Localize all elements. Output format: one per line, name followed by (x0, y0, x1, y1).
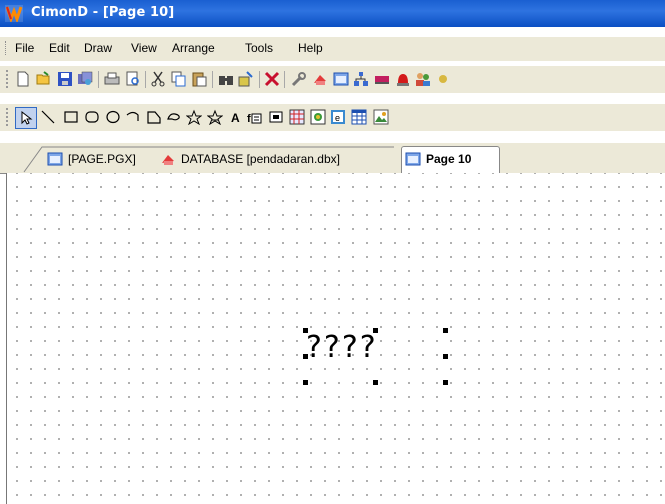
selection-handle[interactable] (443, 380, 448, 385)
menu-help[interactable]: Help (298, 41, 323, 55)
tab-label: [PAGE.PGX] (68, 152, 136, 166)
toolbar-separator (212, 71, 213, 88)
copy-icon[interactable] (171, 71, 187, 87)
selection-handle[interactable] (303, 328, 308, 333)
new-file-icon[interactable] (15, 71, 31, 87)
users-icon[interactable] (415, 71, 431, 87)
find-icon[interactable] (218, 71, 234, 87)
toolbar-separator (259, 71, 260, 88)
tab-page-pgx[interactable]: [PAGE.PGX] (44, 147, 152, 171)
toolbar-grip (6, 70, 10, 88)
tools-icon[interactable] (291, 71, 307, 87)
select-arrow-icon (21, 110, 33, 125)
select-tool-button[interactable] (15, 107, 37, 129)
menu-file[interactable]: File (15, 41, 34, 55)
freeform-icon[interactable] (166, 109, 182, 125)
bitmap-object-icon[interactable] (310, 109, 326, 125)
print-preview-icon[interactable] (125, 71, 141, 87)
rectangle-icon[interactable] (63, 109, 79, 125)
database-icon (162, 155, 174, 165)
menu-grip (5, 41, 8, 55)
ram-icon[interactable] (374, 71, 390, 87)
rounded-rect-icon[interactable] (84, 109, 100, 125)
toolbar-separator (145, 71, 146, 88)
menu-tools[interactable]: Tools (245, 41, 273, 55)
canvas-text-object[interactable]: ???? (306, 330, 378, 365)
alarm-icon[interactable] (395, 71, 411, 87)
star-outline-icon[interactable] (186, 109, 202, 125)
window-title: CimonD - [Page 10] (31, 5, 175, 20)
toolbar-grip (6, 108, 10, 126)
menu-edit[interactable]: Edit (49, 41, 70, 55)
paste-icon[interactable] (191, 71, 207, 87)
svg-text:A: A (231, 111, 240, 125)
table-icon[interactable] (351, 109, 367, 125)
drawing-toolbar: A f e (0, 104, 665, 131)
grid-object-icon[interactable] (289, 109, 305, 125)
text-box-icon[interactable]: e (330, 109, 346, 125)
tab-label: DATABASE [pendadaran.dbx] (181, 152, 340, 166)
selection-handle[interactable] (303, 354, 308, 359)
selection-handle[interactable] (373, 380, 378, 385)
menu-arrange[interactable]: Arrange (172, 41, 215, 55)
page-icon[interactable] (333, 71, 349, 87)
network-icon[interactable] (353, 71, 369, 87)
svg-text:e: e (335, 113, 340, 123)
save-all-icon[interactable] (77, 71, 93, 87)
polygon-icon[interactable] (146, 109, 162, 125)
menu-bar: File Edit Draw View Arrange Tools Help (0, 37, 665, 61)
ellipse-icon[interactable] (105, 109, 121, 125)
cut-icon[interactable] (150, 71, 166, 87)
menu-view[interactable]: View (131, 41, 157, 55)
star-icon[interactable] (207, 109, 223, 125)
title-bar: CimonD - [Page 10] (0, 0, 665, 27)
arc-icon[interactable] (125, 109, 141, 125)
selection-handle[interactable] (303, 380, 308, 385)
page-icon (405, 152, 421, 166)
selection-handle[interactable] (443, 354, 448, 359)
standard-toolbar (0, 66, 665, 93)
open-folder-icon[interactable] (36, 71, 52, 87)
save-icon[interactable] (57, 71, 73, 87)
cimon-app-icon (5, 5, 23, 22)
button-object-icon[interactable] (268, 109, 284, 125)
tab-label: Page 10 (426, 152, 472, 166)
database-icon[interactable] (312, 71, 328, 87)
page-icon (47, 152, 63, 166)
find-replace-icon[interactable] (238, 71, 254, 87)
document-tabs: [PAGE.PGX] DATABASE [pendadaran.dbx] Pag… (0, 143, 665, 174)
selection-handle[interactable] (443, 328, 448, 333)
svg-text:f: f (247, 113, 251, 125)
tab-page-10[interactable]: Page 10 (401, 146, 500, 174)
print-icon[interactable] (104, 71, 120, 87)
delete-icon[interactable] (264, 71, 280, 87)
line-icon[interactable] (40, 109, 56, 125)
selection-handle[interactable] (373, 328, 378, 333)
menu-draw[interactable]: Draw (84, 41, 112, 55)
toolbar-separator (98, 71, 99, 88)
more-icon[interactable] (436, 71, 452, 87)
tab-database[interactable]: DATABASE [pendadaran.dbx] (157, 147, 401, 171)
text-object-icon[interactable]: f (246, 109, 262, 125)
picture-icon[interactable] (373, 109, 389, 125)
toolbar-separator (284, 71, 285, 88)
text-icon[interactable]: A (228, 109, 244, 125)
